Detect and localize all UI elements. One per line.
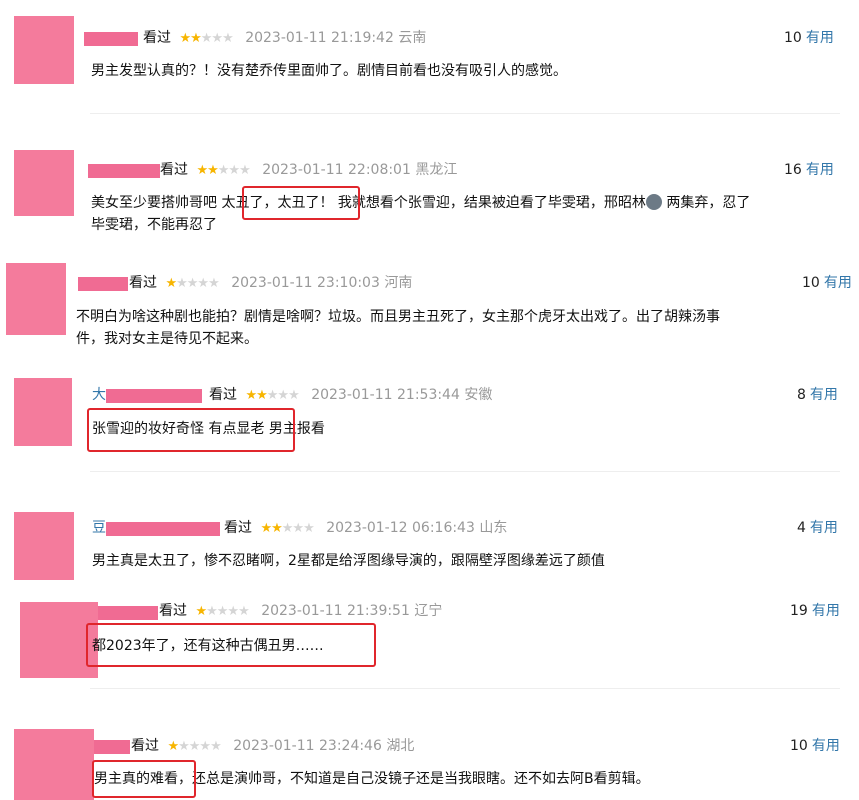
- comment-meta: 看过 ★★★★★ 2023-01-11 21:19:42 云南: [143, 28, 426, 49]
- vote-count: 19: [790, 603, 808, 619]
- useful-button[interactable]: 有用: [806, 162, 834, 178]
- comment-time: 2023-01-11 22:08:01: [262, 162, 411, 178]
- rating-stars: ★★★★★: [165, 276, 219, 291]
- rating-stars: ★★★★★: [167, 739, 221, 754]
- comment-line: 不明白为啥这种剧也能拍？剧情是啥啊？垃圾。而且男主丑死了，女主那个虎牙太出戏了。…: [76, 309, 720, 325]
- comment-location: 安徽: [464, 387, 493, 403]
- comment-time: 2023-01-11 23:10:03: [231, 275, 380, 291]
- vote-area: 10 有用: [790, 736, 840, 756]
- avatar[interactable]: [14, 729, 94, 800]
- comment-meta: 豆: [92, 518, 106, 538]
- comment-line: 男主发型认真的？！没有楚乔传里面帅了。剧情目前看也没有吸引人的感觉。: [91, 63, 567, 79]
- comment-location: 云南: [398, 30, 427, 46]
- comment-line: 件，我对女主是待见不起来。: [76, 331, 258, 347]
- comment-location: 山东: [479, 520, 508, 536]
- vote-count: 16: [784, 162, 802, 178]
- vote-area: 8 有用: [797, 385, 838, 405]
- divider: [90, 688, 840, 689]
- rating-stars: ★★★★★: [195, 604, 249, 619]
- vote-count: 4: [797, 520, 806, 536]
- comment-meta: 看过 ★★★★★ 2023-01-11 23:24:46 湖北: [131, 736, 414, 757]
- username-redacted[interactable]: [106, 389, 202, 403]
- comment-time: 2023-01-11 21:19:42: [245, 30, 394, 46]
- watched-label: 看过: [209, 387, 237, 403]
- username[interactable]: 豆: [92, 520, 106, 536]
- divider: [90, 113, 840, 114]
- vote-area: 16 有用: [784, 160, 834, 180]
- username-redacted[interactable]: [106, 522, 220, 536]
- comment-time: 2023-01-11 21:39:51: [261, 603, 410, 619]
- watched-label: 看过: [129, 275, 157, 291]
- vote-area: 10 有用: [784, 28, 834, 48]
- highlight-box: [86, 623, 376, 667]
- comment-location: 河南: [384, 275, 413, 291]
- comment-text: 男主真的难看，还总是演帅哥，不知道是自己没镜子还是当我眼瞎。还不如去阿B看剪辑。: [94, 771, 650, 787]
- username-redacted[interactable]: [98, 606, 158, 620]
- comment-time: 2023-01-12 06:16:43: [326, 520, 475, 536]
- useful-button[interactable]: 有用: [810, 520, 838, 536]
- useful-button[interactable]: 有用: [806, 30, 834, 46]
- vote-count: 10: [784, 30, 802, 46]
- comment-meta: 看过 ★★★★★ 2023-01-11 21:53:44 安徽: [209, 385, 492, 406]
- highlight-box: [87, 408, 295, 452]
- watched-label: 看过: [224, 520, 252, 536]
- vote-count: 8: [797, 387, 806, 403]
- comment-line: 男主真是太丑了，惨不忍睹啊，2星都是给浮图缘导演的，跟隔壁浮图缘差远了颜值: [92, 553, 605, 569]
- comment-meta: 大: [92, 385, 106, 405]
- useful-button[interactable]: 有用: [824, 275, 852, 291]
- highlight-box: [242, 186, 360, 220]
- comment-location: 湖北: [386, 738, 415, 754]
- comment-text: 不明白为啥这种剧也能拍？剧情是啥啊？垃圾。而且男主丑死了，女主那个虎牙太出戏了。…: [76, 306, 856, 350]
- comment-text: 男主发型认真的？！没有楚乔传里面帅了。剧情目前看也没有吸引人的感觉。: [91, 60, 831, 82]
- rating-stars: ★★★★★: [196, 163, 250, 178]
- username[interactable]: 大: [92, 387, 106, 403]
- watched-label: 看过: [131, 738, 159, 754]
- vote-count: 10: [790, 738, 808, 754]
- avatar[interactable]: [14, 150, 74, 216]
- comment-text: 男主真是太丑了，惨不忍睹啊，2星都是给浮图缘导演的，跟隔壁浮图缘差远了颜值: [92, 550, 842, 572]
- useful-button[interactable]: 有用: [812, 603, 840, 619]
- vote-area: 10 有用: [802, 273, 852, 293]
- comment-text: 美女至少要搭帅哥吧 太丑了，太丑了！ 我就想看个张雪迎，结果被迫看了毕雯珺，邢昭…: [91, 192, 841, 236]
- username-redacted[interactable]: [84, 32, 138, 46]
- rating-stars: ★★★★★: [179, 31, 233, 46]
- vote-area: 19 有用: [790, 601, 840, 621]
- weary-face-emoji-icon: [645, 194, 662, 210]
- comment-time: 2023-01-11 21:53:44: [311, 387, 460, 403]
- avatar[interactable]: [6, 263, 66, 335]
- comment-meta: 看过 ★★★★★ 2023-01-11 22:08:01 黑龙江: [160, 160, 457, 181]
- comment-location: 黑龙江: [415, 162, 458, 178]
- comment-location: 辽宁: [414, 603, 443, 619]
- vote-area: 4 有用: [797, 518, 838, 538]
- comment-line: 毕雯珺，不能再忍了: [91, 217, 217, 233]
- comment-line: 美女至少要搭帅哥吧 太丑了，太丑了！ 我就想看个张雪迎，结果被迫看了毕雯珺，邢昭…: [91, 194, 751, 211]
- username-redacted[interactable]: [88, 164, 160, 178]
- watched-label: 看过: [160, 162, 188, 178]
- divider: [90, 471, 840, 472]
- rating-stars: ★★★★★: [245, 388, 299, 403]
- vote-count: 10: [802, 275, 820, 291]
- useful-button[interactable]: 有用: [810, 387, 838, 403]
- avatar[interactable]: [14, 378, 72, 446]
- watched-label: 看过: [143, 30, 171, 46]
- avatar[interactable]: [14, 512, 74, 580]
- rating-stars: ★★★★★: [260, 521, 314, 536]
- avatar[interactable]: [14, 16, 74, 84]
- comment-time: 2023-01-11 23:24:46: [233, 738, 382, 754]
- watched-label: 看过: [159, 603, 187, 619]
- username-redacted[interactable]: [78, 277, 128, 291]
- highlight-box: [92, 760, 196, 798]
- comment-meta: 看过 ★★★★★ 2023-01-12 06:16:43 山东: [224, 518, 507, 539]
- useful-button[interactable]: 有用: [812, 738, 840, 754]
- username-redacted[interactable]: [94, 740, 130, 754]
- comment-meta: 看过 ★★★★★ 2023-01-11 23:10:03 河南: [129, 273, 412, 294]
- comment-meta: 看过 ★★★★★ 2023-01-11 21:39:51 辽宁: [159, 601, 442, 622]
